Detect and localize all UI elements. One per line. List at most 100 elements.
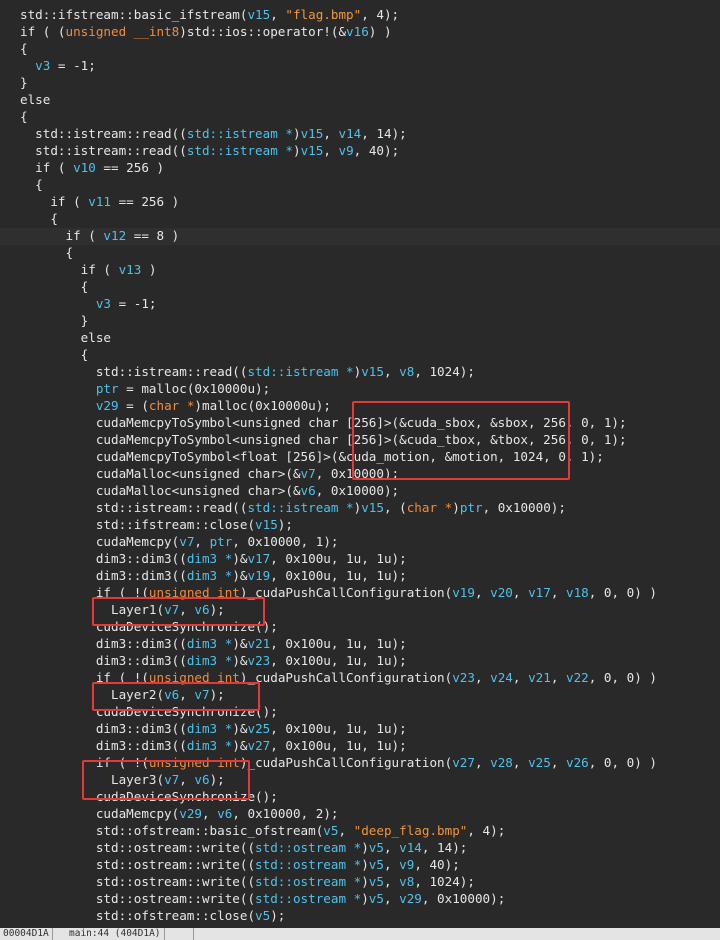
code-token: dim3 * [186, 653, 233, 668]
code-token: std::ifstream::close( [20, 517, 256, 532]
code-token: std::ostream * [255, 891, 362, 906]
code-line: if ( v13 ) [20, 261, 157, 278]
code-token: v19 [247, 568, 271, 583]
code-token: , [383, 364, 400, 379]
code-token: { [20, 109, 28, 124]
code-token: , [550, 670, 566, 685]
code-token: , [512, 670, 529, 685]
code-token: v10 [73, 160, 96, 175]
code-token: , 0, 0) ) [588, 670, 657, 685]
code-token: v24 [490, 670, 513, 685]
code-token: , [550, 585, 566, 600]
code-token: , [474, 755, 491, 770]
code-line: cudaMemcpy(v7, ptr, 0x10000, 1); [20, 533, 339, 550]
code-token: dim3 * [186, 636, 233, 651]
code-token: dim3 * [186, 551, 233, 566]
code-token: v12 [103, 228, 127, 243]
code-token: cudaMemcpy( [20, 534, 180, 549]
code-token: std::ofstream::basic_ofstream( [20, 823, 324, 838]
code-token: , 40); [414, 857, 460, 872]
status-address: 00004D1A [0, 928, 53, 940]
code-token: , 0x100u, 1u, 1u); [270, 738, 407, 753]
code-token: , [194, 534, 210, 549]
code-token: std::ofstream::close( [20, 908, 256, 923]
code-token: v15 [247, 7, 271, 22]
code-token: = ( [118, 398, 149, 413]
code-token: ) [292, 143, 301, 158]
code-token: , 0x100u, 1u, 1u); [270, 568, 407, 583]
code-token: ) [452, 500, 460, 515]
code-token: ptr [95, 381, 119, 396]
code-token: , 1024); [414, 364, 475, 379]
code-token: { [20, 347, 89, 362]
code-token: v27 [452, 755, 475, 770]
code-token: , [550, 755, 566, 770]
code-token: std::ostream::write(( [20, 840, 256, 855]
code-line: } [20, 74, 28, 91]
code-token: , [383, 874, 400, 889]
code-token: cudaMemcpy( [20, 806, 180, 821]
code-token: unsigned __int8 [65, 24, 180, 39]
code-token: dim3::dim3(( [20, 738, 187, 753]
code-token: , [338, 823, 354, 838]
code-token: if ( ( [20, 24, 66, 39]
code-token: , ( [383, 500, 407, 515]
code-token: v15 [361, 500, 384, 515]
code-token: else [20, 330, 111, 345]
code-token: v21 [528, 670, 551, 685]
code-token: , 0x100u, 1u, 1u); [270, 653, 407, 668]
code-token: , 14); [421, 840, 468, 855]
code-line: cudaMalloc<unsigned char>(&v6, 0x10000); [20, 482, 399, 499]
code-token: ) [141, 262, 157, 277]
code-token: v20 [490, 585, 513, 600]
code-token: , 14); [361, 126, 407, 141]
code-token: std::istream * [247, 500, 354, 515]
code-token: "flag.bmp" [285, 7, 362, 22]
code-token: , [474, 585, 491, 600]
code-token: ) [361, 840, 369, 855]
status-bar: 00004D1A main:44 (404D1A) [0, 928, 720, 940]
code-line: std::ostream::write((std::ostream *)v5 , … [20, 839, 468, 856]
code-token: { [20, 211, 58, 226]
code-token: ) [361, 891, 369, 906]
code-line: { [20, 40, 28, 57]
code-token: cudaMalloc<unsigned char>(& [20, 466, 301, 481]
code-token: v22 [565, 670, 589, 685]
code-token: if ( [20, 194, 89, 209]
code-line: dim3::dim3((dim3 *)&v21, 0x100u, 1u, 1u)… [20, 635, 407, 652]
code-line: if ( v10 == 256 ) [20, 159, 164, 176]
code-token: v28 [490, 755, 513, 770]
code-token: v27 [247, 738, 271, 753]
code-line: std::ofstream::close(v5); [20, 907, 286, 924]
code-line: if ( v11 == 256 ) [20, 193, 179, 210]
status-empty-segment [184, 928, 194, 940]
code-token: == 256 ) [95, 160, 165, 175]
code-token: v23 [452, 670, 475, 685]
code-token: == 256 ) [111, 194, 180, 209]
code-token: )& [232, 738, 248, 753]
code-token: cudaMalloc<unsigned char>(& [20, 483, 301, 498]
code-token: )& [232, 721, 248, 736]
code-token: )& [232, 653, 248, 668]
code-token: } [20, 75, 28, 90]
code-token: )std::ios::operator!(& [179, 24, 347, 39]
code-token: )& [232, 568, 248, 583]
code-line: dim3::dim3((dim3 *)&v17, 0x100u, 1u, 1u)… [20, 550, 407, 567]
code-token: , 0x10000, 2); [232, 806, 339, 821]
code-token: v8 [399, 364, 415, 379]
code-token: , [323, 126, 339, 141]
code-token: dim3::dim3(( [20, 636, 187, 651]
code-line: std::ifstream::close(v15); [20, 516, 293, 533]
code-token: , 0x100u, 1u, 1u); [270, 636, 407, 651]
pseudocode-view[interactable]: std::ifstream::basic_ifstream(v15, "flag… [0, 0, 720, 928]
code-token: v6 [217, 806, 233, 821]
code-token: )_cudaPushCallConfiguration( [239, 670, 453, 685]
code-token: std::istream::read(( [20, 364, 248, 379]
code-line: std::istream::read((std::istream *)v15 , … [20, 142, 399, 159]
code-token: v16 [346, 24, 369, 39]
code-line: dim3::dim3((dim3 *)&v25, 0x100u, 1u, 1u)… [20, 720, 407, 737]
code-token: v14 [399, 840, 422, 855]
code-token: , [512, 585, 529, 600]
code-token: v15 [300, 126, 324, 141]
